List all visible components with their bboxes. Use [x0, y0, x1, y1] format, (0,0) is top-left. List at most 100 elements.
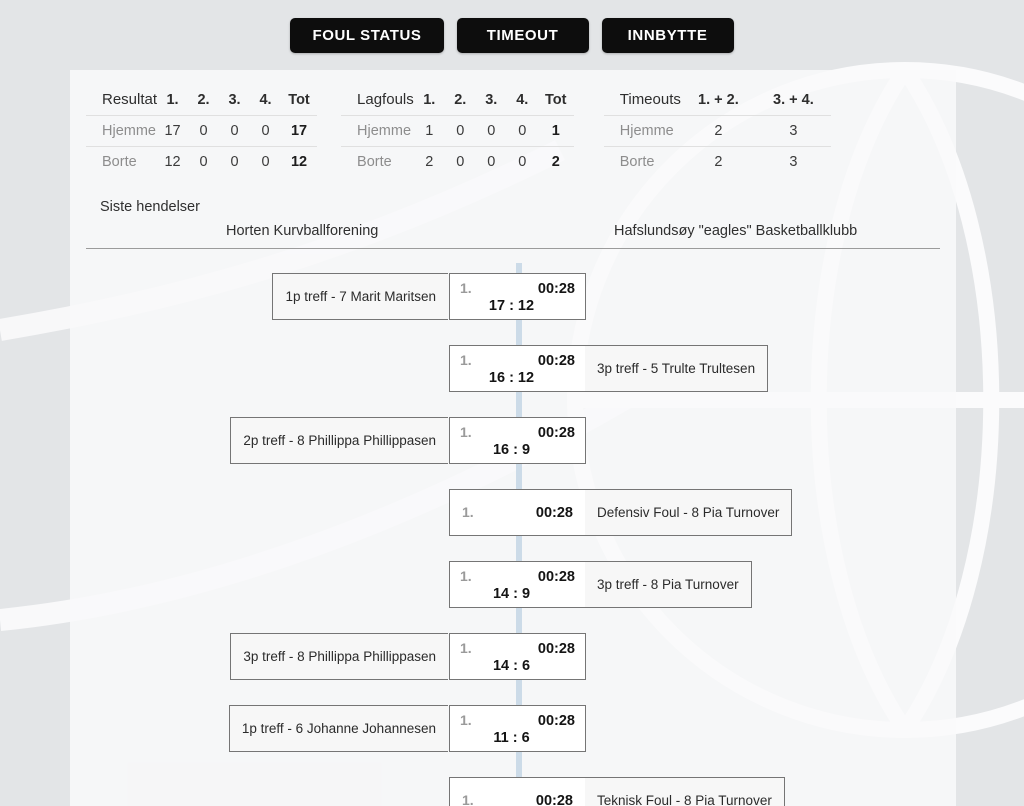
row-label-home: Hjemme [341, 115, 414, 147]
column-header-q3: 3. [485, 91, 498, 108]
event-score: 11 : 6 [493, 729, 530, 746]
resultat-home-q4: 0 [250, 115, 282, 147]
away-event-description: 3p treff - 5 Trulte Trultesen [585, 345, 769, 392]
event-period: 1. [460, 639, 472, 656]
table-row: Hjemme 1 0 0 0 1 [341, 115, 574, 147]
timeouts-home-second-half: 3 [755, 115, 831, 147]
away-event-description: Teknisk Foul - 8 Pia Turnover [585, 777, 785, 806]
lagfouls-home-q4: 0 [506, 115, 538, 147]
events-timeline: 1. 00:28 17 : 12 1p treff - 7 Marit Maritse… [70, 263, 956, 806]
column-header-q4: 4. [516, 91, 529, 108]
table-row: Hjemme 17 0 0 0 17 [86, 115, 318, 147]
away-event-description: 3p treff - 8 Pia Turnover [585, 561, 752, 608]
event-time: 00:28 [537, 640, 575, 657]
event-time: 00:28 [535, 793, 573, 806]
resultat-away-q1: 12 [157, 146, 189, 177]
column-header-q3: 3. [228, 91, 241, 108]
foul-status-button[interactable]: FOUL STATUS [290, 17, 444, 53]
column-header-total: Tot [545, 91, 567, 108]
event-clock-box: 1. 00:28 [449, 777, 586, 806]
event-time: 00:28 [537, 280, 575, 297]
row-label-home: Hjemme [86, 115, 158, 147]
event-period: 1. [460, 279, 472, 296]
table-header-row: Timeouts 1. + 2. 3. + 4. [604, 84, 831, 116]
away-team-name: Hafslundsøy "eagles" Basketballklubb [614, 223, 858, 239]
innbytte-button[interactable]: INNBYTTE [601, 17, 734, 53]
lagfouls-home-total: 1 [537, 115, 574, 147]
column-header-total: Tot [288, 91, 310, 108]
lagfouls-away-total: 2 [537, 146, 574, 177]
event-time: 00:28 [535, 505, 573, 521]
column-header-q2: 2. [454, 91, 467, 108]
timeout-button[interactable]: TIMEOUT [456, 17, 589, 53]
event-time: 00:28 [537, 712, 575, 729]
event-clock-box: 1. 00:28 16 : 12 [449, 345, 586, 392]
scoreboard-panel: Resultat 1. 2. 3. 4. Tot Hjemme 17 0 0 0… [70, 70, 956, 806]
event-score: 16 : 9 [492, 441, 531, 458]
event-row[interactable]: 1. 00:28 16 : 12 3p treff - 5 Trulte Trulte… [70, 345, 956, 392]
timeouts-table: Timeouts 1. + 2. 3. + 4. Hjemme 2 3 Bort… [603, 84, 831, 177]
event-period: 1. [460, 423, 472, 440]
event-row[interactable]: 1. 00:28 Defensiv Foul - 8 Pia Turnover [70, 489, 956, 536]
lagfouls-table: Lagfouls 1. 2. 3. 4. Tot Hjemme 1 0 0 0 … [341, 84, 574, 177]
event-row[interactable]: 1. 00:28 Teknisk Foul - 8 Pia Turnover [70, 777, 956, 806]
lagfouls-away-q4: 0 [506, 146, 538, 177]
home-team-name: Horten Kurvballforening [226, 223, 379, 239]
lagfouls-home-q2: 0 [444, 115, 476, 147]
event-clock-box: 1. 00:28 11 : 6 [449, 705, 586, 752]
lagfouls-away-q2: 0 [444, 146, 476, 177]
stats-strip: Resultat 1. 2. 3. 4. Tot Hjemme 17 0 0 0… [70, 70, 956, 177]
home-event-description: 2p treff - 8 Phillippa Phillippasen [230, 417, 448, 464]
event-score: 14 : 6 [492, 657, 531, 674]
event-row[interactable]: 1. 00:28 11 : 6 1p treff - 6 Johanne Johann… [70, 705, 956, 752]
row-label-home: Hjemme [603, 115, 681, 147]
table-header-row: Resultat 1. 2. 3. 4. Tot [86, 84, 317, 116]
event-period: 1. [460, 351, 472, 368]
event-score: 17 : 12 [488, 297, 535, 314]
event-period: 1. [460, 711, 472, 728]
lagfouls-away-q3: 0 [475, 146, 507, 177]
home-event-description: 1p treff - 6 Johanne Johannesen [228, 705, 448, 752]
event-period: 1. [462, 504, 474, 520]
table-header-row: Lagfouls 1. 2. 3. 4. Tot [341, 84, 574, 116]
row-label-away: Borte [603, 146, 681, 177]
timeouts-home-first-half: 2 [680, 115, 756, 147]
resultat-away-q3: 0 [219, 146, 251, 177]
table-row: Borte 2 0 0 0 2 [341, 146, 574, 177]
event-clock-box: 1. 00:28 14 : 6 [449, 633, 586, 680]
event-time: 00:28 [537, 424, 575, 441]
team-header-bar: Horten Kurvballforening Hafslundsøy "eag… [86, 221, 940, 249]
table-row: Borte 12 0 0 0 12 [86, 146, 318, 177]
column-header-q4: 4. [259, 91, 272, 108]
event-time: 00:28 [537, 568, 575, 585]
table-row: Hjemme 2 3 [603, 115, 831, 147]
home-event-description: 1p treff - 7 Marit Maritsen [272, 273, 448, 320]
event-clock-box: 1. 00:28 16 : 9 [449, 417, 586, 464]
resultat-away-q4: 0 [250, 146, 282, 177]
action-button-bar: FOUL STATUS TIMEOUT INNBYTTE [0, 0, 1024, 70]
event-row[interactable]: 1. 00:28 14 : 9 3p treff - 8 Pia Turnover [70, 561, 956, 608]
resultat-away-q2: 0 [188, 146, 220, 177]
event-row[interactable]: 1. 00:28 16 : 9 2p treff - 8 Phillippa Phil… [70, 417, 956, 464]
event-clock-box: 1. 00:28 17 : 12 [449, 273, 586, 320]
column-header-q2: 2. [197, 91, 210, 108]
resultat-home-q3: 0 [219, 115, 251, 147]
event-clock-box: 1. 00:28 14 : 9 [449, 561, 586, 608]
events-section-title: Siste hendelser [100, 199, 200, 215]
lagfouls-home-q1: 1 [413, 115, 445, 147]
row-label-away: Borte [341, 146, 414, 177]
column-header-q1: 1. [166, 91, 179, 108]
resultat-title: Resultat [102, 91, 158, 108]
timeouts-away-second-half: 3 [755, 146, 831, 177]
event-time: 00:28 [537, 352, 575, 369]
event-row[interactable]: 1. 00:28 14 : 6 3p treff - 8 Phillippa Phil… [70, 633, 956, 680]
lagfouls-home-q3: 0 [475, 115, 507, 147]
resultat-home-total: 17 [281, 115, 318, 147]
resultat-home-q2: 0 [188, 115, 220, 147]
event-score: 14 : 9 [492, 585, 531, 602]
event-row[interactable]: 1. 00:28 17 : 12 1p treff - 7 Marit Maritse… [70, 273, 956, 320]
table-row: Borte 2 3 [603, 146, 831, 177]
timeouts-away-first-half: 2 [680, 146, 756, 177]
home-event-description: 3p treff - 8 Phillippa Phillippasen [230, 633, 448, 680]
resultat-table: Resultat 1. 2. 3. 4. Tot Hjemme 17 0 0 0… [86, 84, 318, 177]
